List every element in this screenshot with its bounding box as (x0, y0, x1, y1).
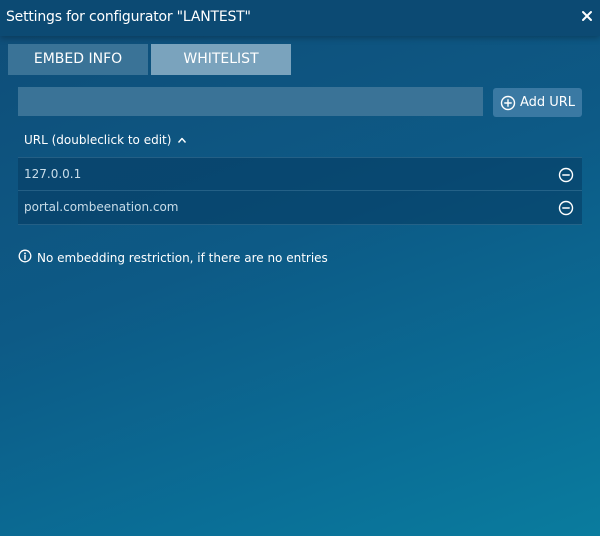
dialog-title: Settings for configurator "LANTEST" (6, 9, 251, 25)
url-list: 127.0.0.1 portal.combeenation.com (18, 157, 582, 225)
dialog-titlebar: Settings for configurator "LANTEST" (0, 0, 600, 36)
info-message: No embedding restriction, if there are n… (18, 249, 328, 266)
minus-circle-icon[interactable] (558, 200, 574, 216)
url-text: 127.0.0.1 (24, 167, 82, 181)
info-icon (18, 249, 32, 266)
add-url-button[interactable]: Add URL (493, 88, 582, 117)
add-url-label: Add URL (519, 95, 576, 110)
tab-whitelist[interactable]: WHITELIST (151, 44, 291, 75)
minus-circle-icon[interactable] (558, 167, 574, 183)
url-input[interactable] (18, 87, 483, 116)
list-item[interactable]: 127.0.0.1 (18, 157, 582, 191)
tab-embed-info[interactable]: EMBED INFO (8, 44, 148, 75)
sort-ascending-icon (177, 133, 187, 147)
info-text: No embedding restriction, if there are n… (37, 250, 328, 265)
url-column-header[interactable]: URL (doubleclick to edit) (24, 133, 187, 147)
url-text: portal.combeenation.com (24, 200, 179, 214)
list-item[interactable]: portal.combeenation.com (18, 191, 582, 225)
close-icon[interactable] (580, 8, 594, 22)
url-column-header-label: URL (doubleclick to edit) (24, 133, 172, 147)
plus-circle-icon (500, 95, 516, 111)
